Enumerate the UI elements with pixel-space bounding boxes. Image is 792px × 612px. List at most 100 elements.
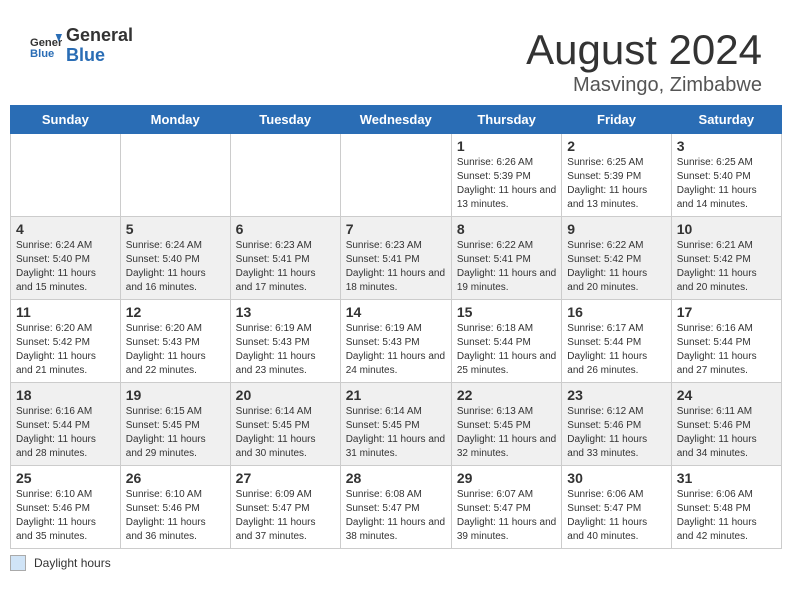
cell-info: Sunrise: 6:21 AMSunset: 5:42 PMDaylight:…	[677, 239, 776, 295]
logo-icon: General Blue	[30, 30, 62, 62]
cell-info: Sunrise: 6:06 AMSunset: 5:48 PMDaylight:…	[677, 488, 776, 544]
table-row: 6 Sunrise: 6:23 AMSunset: 5:41 PMDaylight…	[230, 217, 340, 300]
table-row: 8 Sunrise: 6:22 AMSunset: 5:41 PMDaylight…	[451, 217, 561, 300]
cell-info: Sunrise: 6:14 AMSunset: 5:45 PMDaylight:…	[236, 405, 335, 461]
day-number: 18	[16, 387, 115, 403]
day-number: 27	[236, 470, 335, 486]
cell-info: Sunrise: 6:10 AMSunset: 5:46 PMDaylight:…	[126, 488, 225, 544]
cell-info: Sunrise: 6:17 AMSunset: 5:44 PMDaylight:…	[567, 322, 665, 378]
header-sunday: Sunday	[11, 106, 121, 134]
day-number: 2	[567, 138, 665, 154]
table-row: 18 Sunrise: 6:16 AMSunset: 5:44 PMDayligh…	[11, 383, 121, 466]
cell-info: Sunrise: 6:18 AMSunset: 5:44 PMDaylight:…	[457, 322, 556, 378]
cell-info: Sunrise: 6:23 AMSunset: 5:41 PMDaylight:…	[346, 239, 446, 295]
table-row: 5 Sunrise: 6:24 AMSunset: 5:40 PMDaylight…	[120, 217, 230, 300]
table-row: 11 Sunrise: 6:20 AMSunset: 5:42 PMDayligh…	[11, 300, 121, 383]
calendar-week-row: 1Sunrise: 6:26 AMSunset: 5:39 PMDaylight…	[11, 134, 782, 217]
cell-info: Sunrise: 6:16 AMSunset: 5:44 PMDaylight:…	[16, 405, 115, 461]
table-row: 20Sunrise: 6:14 AMSunset: 5:45 PMDayligh…	[230, 383, 340, 466]
cell-info: Sunrise: 6:10 AMSunset: 5:46 PMDaylight:…	[16, 488, 115, 544]
header-thursday: Thursday	[451, 106, 561, 134]
table-row: 22Sunrise: 6:13 AMSunset: 5:45 PMDayligh…	[451, 383, 561, 466]
svg-text:Blue: Blue	[30, 48, 54, 60]
day-number: 5	[126, 221, 225, 237]
calendar-week-row: 18 Sunrise: 6:16 AMSunset: 5:44 PMDayligh…	[11, 383, 782, 466]
table-row: 3Sunrise: 6:25 AMSunset: 5:40 PMDaylight…	[671, 134, 781, 217]
table-row: 15 Sunrise: 6:18 AMSunset: 5:44 PMDayligh…	[451, 300, 561, 383]
day-number: 10	[677, 221, 776, 237]
day-number: 24	[677, 387, 776, 403]
header-tuesday: Tuesday	[230, 106, 340, 134]
table-row: 7 Sunrise: 6:23 AMSunset: 5:41 PMDaylight…	[340, 217, 451, 300]
cell-info: Sunrise: 6:07 AMSunset: 5:47 PMDaylight:…	[457, 488, 556, 544]
table-row: 23Sunrise: 6:12 AMSunset: 5:46 PMDayligh…	[562, 383, 671, 466]
table-row: 21 Sunrise: 6:14 AMSunset: 5:45 PMDayligh…	[340, 383, 451, 466]
day-number: 25	[16, 470, 115, 486]
table-row	[120, 134, 230, 217]
day-number: 31	[677, 470, 776, 486]
location: Masvingo, Zimbabwe	[526, 74, 762, 97]
header-monday: Monday	[120, 106, 230, 134]
svg-text:General: General	[30, 37, 62, 49]
daylight-legend-label: Daylight hours	[34, 556, 111, 570]
table-row: 28Sunrise: 6:08 AMSunset: 5:47 PMDayligh…	[340, 466, 451, 549]
cell-info: Sunrise: 6:26 AMSunset: 5:39 PMDaylight:…	[457, 156, 556, 212]
cell-info: Sunrise: 6:15 AMSunset: 5:45 PMDaylight:…	[126, 405, 225, 461]
table-row: 14 Sunrise: 6:19 AMSunset: 5:43 PMDayligh…	[340, 300, 451, 383]
logo: General Blue General Blue	[30, 26, 133, 66]
day-number: 30	[567, 470, 665, 486]
day-number: 12	[126, 304, 225, 320]
day-number: 16	[567, 304, 665, 320]
day-number: 29	[457, 470, 556, 486]
day-number: 19	[126, 387, 225, 403]
table-row: 24 Sunrise: 6:11 AMSunset: 5:46 PMDayligh…	[671, 383, 781, 466]
day-number: 11	[16, 304, 115, 320]
cell-info: Sunrise: 6:24 AMSunset: 5:40 PMDaylight:…	[126, 239, 225, 295]
cell-info: Sunrise: 6:16 AMSunset: 5:44 PMDaylight:…	[677, 322, 776, 378]
logo-general-text: General	[66, 26, 133, 46]
cell-info: Sunrise: 6:14 AMSunset: 5:45 PMDaylight:…	[346, 405, 446, 461]
daylight-legend-icon	[10, 555, 26, 571]
table-row	[11, 134, 121, 217]
cell-info: Sunrise: 6:22 AMSunset: 5:41 PMDaylight:…	[457, 239, 556, 295]
page-header: General Blue General Blue August 2024 Ma…	[10, 10, 782, 105]
cell-info: Sunrise: 6:23 AMSunset: 5:41 PMDaylight:…	[236, 239, 335, 295]
logo-blue-text: Blue	[66, 46, 133, 66]
table-row: 12Sunrise: 6:20 AMSunset: 5:43 PMDayligh…	[120, 300, 230, 383]
cell-info: Sunrise: 6:24 AMSunset: 5:40 PMDaylight:…	[16, 239, 115, 295]
table-row: 19 Sunrise: 6:15 AMSunset: 5:45 PMDayligh…	[120, 383, 230, 466]
day-number: 21	[346, 387, 446, 403]
table-row: 29 Sunrise: 6:07 AMSunset: 5:47 PMDayligh…	[451, 466, 561, 549]
month-year: August 2024	[526, 26, 762, 74]
cell-info: Sunrise: 6:20 AMSunset: 5:42 PMDaylight:…	[16, 322, 115, 378]
calendar-week-row: 25 Sunrise: 6:10 AMSunset: 5:46 PMDayligh…	[11, 466, 782, 549]
day-number: 6	[236, 221, 335, 237]
cell-info: Sunrise: 6:11 AMSunset: 5:46 PMDaylight:…	[677, 405, 776, 461]
day-number: 26	[126, 470, 225, 486]
day-number: 15	[457, 304, 556, 320]
cell-info: Sunrise: 6:19 AMSunset: 5:43 PMDaylight:…	[236, 322, 335, 378]
header-saturday: Saturday	[671, 106, 781, 134]
cell-info: Sunrise: 6:22 AMSunset: 5:42 PMDaylight:…	[567, 239, 665, 295]
table-row	[340, 134, 451, 217]
header-friday: Friday	[562, 106, 671, 134]
cell-info: Sunrise: 6:19 AMSunset: 5:43 PMDaylight:…	[346, 322, 446, 378]
table-row: 30Sunrise: 6:06 AMSunset: 5:47 PMDayligh…	[562, 466, 671, 549]
day-number: 14	[346, 304, 446, 320]
table-row: 4Sunrise: 6:24 AMSunset: 5:40 PMDaylight…	[11, 217, 121, 300]
table-row: 2Sunrise: 6:25 AMSunset: 5:39 PMDaylight…	[562, 134, 671, 217]
table-row: 1Sunrise: 6:26 AMSunset: 5:39 PMDaylight…	[451, 134, 561, 217]
cell-info: Sunrise: 6:08 AMSunset: 5:47 PMDaylight:…	[346, 488, 446, 544]
table-row: 25 Sunrise: 6:10 AMSunset: 5:46 PMDayligh…	[11, 466, 121, 549]
day-number: 7	[346, 221, 446, 237]
header-wednesday: Wednesday	[340, 106, 451, 134]
table-row: 16 Sunrise: 6:17 AMSunset: 5:44 PMDayligh…	[562, 300, 671, 383]
cell-info: Sunrise: 6:25 AMSunset: 5:40 PMDaylight:…	[677, 156, 776, 212]
day-number: 13	[236, 304, 335, 320]
table-row: 27Sunrise: 6:09 AMSunset: 5:47 PMDayligh…	[230, 466, 340, 549]
day-number: 9	[567, 221, 665, 237]
calendar-week-row: 4Sunrise: 6:24 AMSunset: 5:40 PMDaylight…	[11, 217, 782, 300]
day-number: 8	[457, 221, 556, 237]
cell-info: Sunrise: 6:12 AMSunset: 5:46 PMDaylight:…	[567, 405, 665, 461]
title-block: August 2024 Masvingo, Zimbabwe	[526, 26, 762, 97]
